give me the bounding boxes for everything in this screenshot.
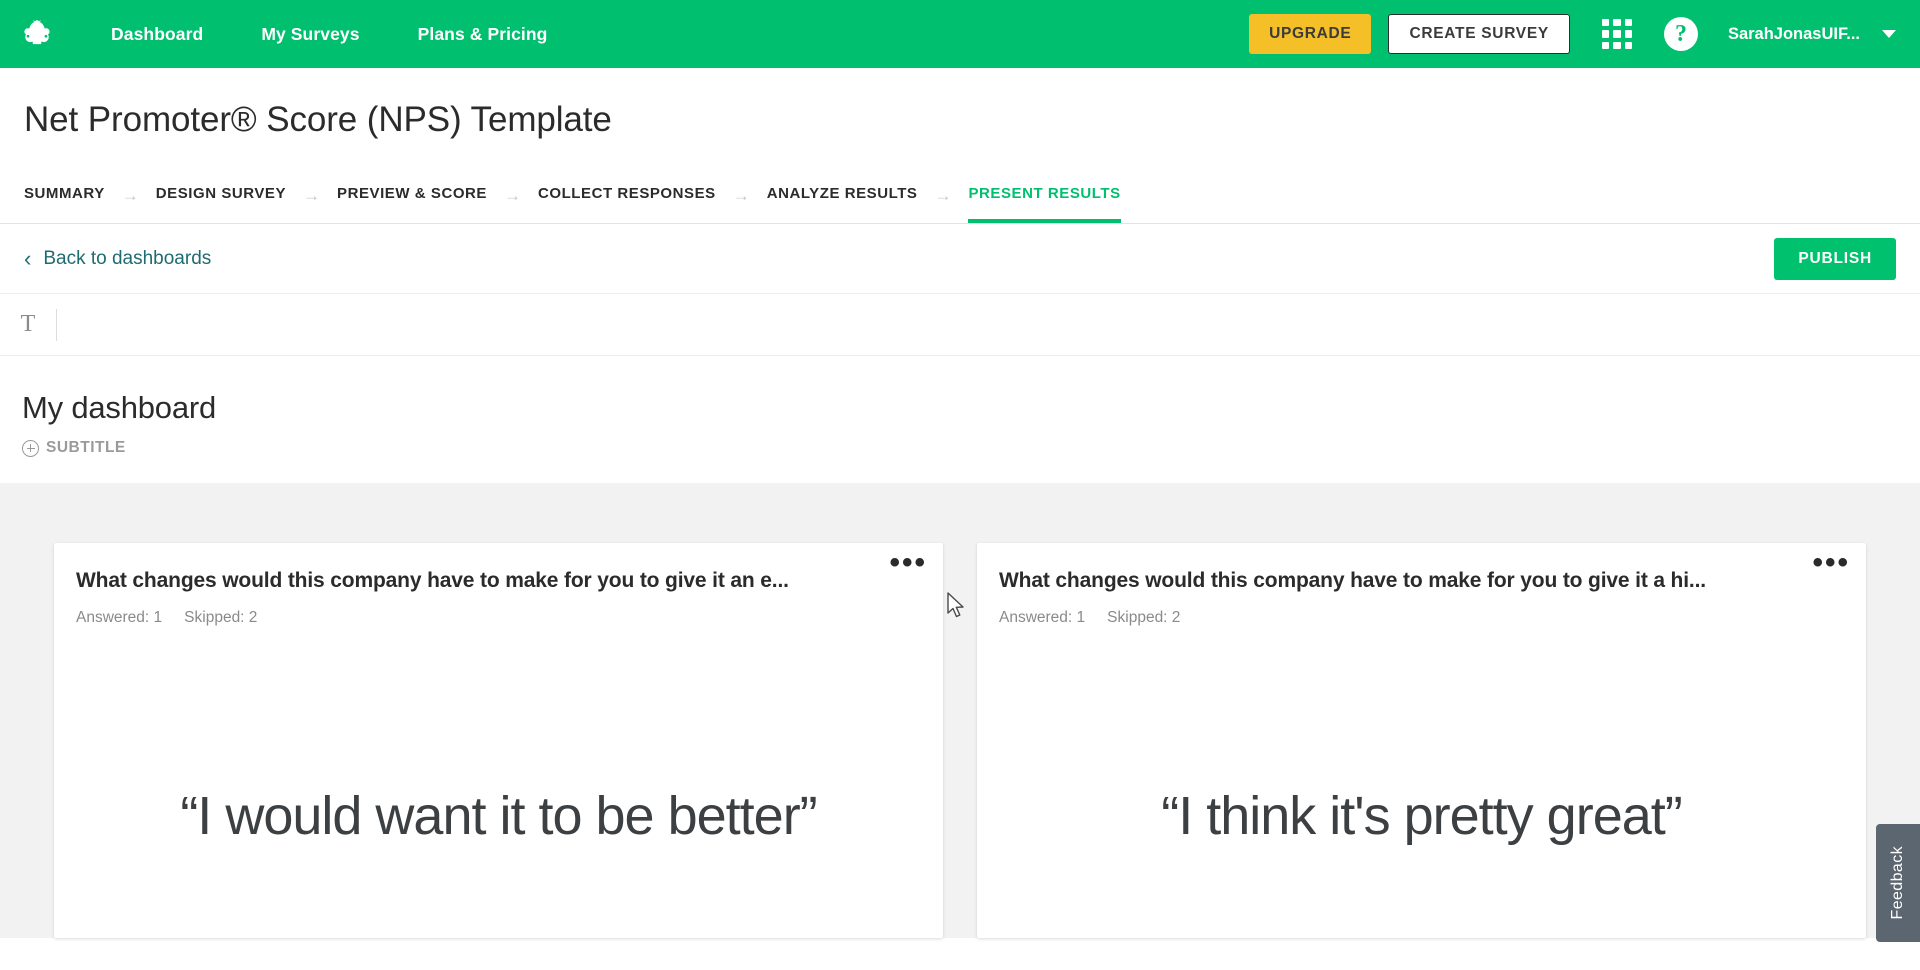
nav-link-my-surveys[interactable]: My Surveys	[232, 24, 388, 45]
tab-summary[interactable]: SUMMARY	[24, 185, 105, 223]
plus-circle-icon	[22, 439, 39, 457]
add-subtitle-label: SUBTITLE	[46, 439, 126, 456]
feedback-tab-button[interactable]: Feedback	[1876, 824, 1920, 942]
tab-separator-icon: →	[732, 186, 750, 205]
dashboard-canvas: ••• What changes would this company have…	[0, 483, 1920, 938]
grid-apps-icon[interactable]	[1601, 19, 1632, 49]
card-skipped-count: Skipped: 2	[184, 609, 258, 626]
card-answered-count: Answered: 1	[76, 609, 163, 626]
tab-analyze-results[interactable]: ANALYZE RESULTS	[767, 185, 918, 223]
add-subtitle-button[interactable]: SUBTITLE	[22, 439, 126, 457]
chevron-left-icon: ‹	[24, 245, 32, 271]
grid-dot	[1601, 41, 1610, 49]
dashboard-card[interactable]: ••• What changes would this company have…	[54, 543, 943, 938]
feedback-tab-label: Feedback	[1889, 846, 1906, 920]
toolbar-divider	[56, 308, 57, 341]
nav-link-dashboard[interactable]: Dashboard	[82, 24, 232, 45]
tab-separator-icon: →	[934, 186, 952, 205]
publish-button[interactable]: PUBLISH	[1774, 237, 1896, 280]
nav-right-cluster: UPGRADE CREATE SURVEY ? SarahJonasUIF...	[1249, 14, 1898, 54]
grid-dot	[1624, 19, 1632, 27]
card-answered-count: Answered: 1	[999, 609, 1086, 626]
card-response-meta: Answered: 1 Skipped: 2	[76, 609, 921, 627]
dashboard-title[interactable]: My dashboard	[22, 390, 1920, 426]
editor-toolbar: T	[0, 294, 1920, 356]
grid-dot	[1613, 30, 1621, 38]
survey-workflow-tabs: SUMMARY → DESIGN SURVEY → PREVIEW & SCOR…	[0, 166, 1920, 224]
back-to-dashboards-link[interactable]: ‹ Back to dashboards	[24, 245, 212, 271]
tab-separator-icon: →	[121, 186, 139, 205]
tab-present-results[interactable]: PRESENT RESULTS	[968, 185, 1121, 223]
grid-dot	[1613, 19, 1621, 27]
surveymonkey-logo-icon[interactable]	[14, 11, 60, 57]
card-skipped-count: Skipped: 2	[1107, 609, 1181, 626]
tab-separator-icon: →	[303, 186, 321, 205]
back-to-dashboards-label: Back to dashboards	[43, 247, 212, 269]
grid-dot	[1601, 30, 1610, 38]
card-response-meta: Answered: 1 Skipped: 2	[999, 609, 1844, 627]
grid-dot	[1613, 41, 1621, 49]
upgrade-button[interactable]: UPGRADE	[1249, 14, 1372, 54]
dashboard-heading: My dashboard SUBTITLE	[0, 356, 1920, 483]
tab-design-survey[interactable]: DESIGN SURVEY	[156, 185, 286, 223]
card-quote-text: “I would want it to be better”	[180, 786, 817, 846]
card-question-title: What changes would this company have to …	[999, 569, 1706, 592]
more-options-icon[interactable]: •••	[889, 548, 927, 577]
grid-dot	[1624, 41, 1632, 49]
tab-collect-responses[interactable]: COLLECT RESPONSES	[538, 185, 716, 223]
more-options-icon[interactable]: •••	[1812, 548, 1850, 577]
top-navigation-bar: Dashboard My Surveys Plans & Pricing UPG…	[0, 0, 1920, 68]
nav-link-plans-pricing[interactable]: Plans & Pricing	[389, 24, 577, 45]
grid-dot	[1624, 30, 1632, 38]
text-tool-icon[interactable]: T	[6, 303, 50, 347]
help-question-icon[interactable]: ?	[1663, 17, 1698, 51]
account-menu-label[interactable]: SarahJonasUIF...	[1728, 25, 1860, 44]
grid-dot	[1601, 19, 1610, 27]
card-quote-text: “I think it's pretty great”	[1161, 786, 1683, 846]
page-title: Net Promoter® Score (NPS) Template	[24, 100, 612, 139]
tab-preview-score[interactable]: PREVIEW & SCORE	[337, 185, 487, 223]
card-question-title: What changes would this company have to …	[76, 569, 789, 592]
chevron-down-icon[interactable]	[1882, 30, 1896, 38]
dashboard-card[interactable]: ••• What changes would this company have…	[977, 543, 1866, 938]
create-survey-button[interactable]: CREATE SURVEY	[1388, 14, 1570, 54]
primary-nav-links: Dashboard My Surveys Plans & Pricing	[82, 24, 576, 45]
tab-separator-icon: →	[503, 186, 521, 205]
dashboard-action-bar: ‹ Back to dashboards PUBLISH	[0, 224, 1920, 294]
